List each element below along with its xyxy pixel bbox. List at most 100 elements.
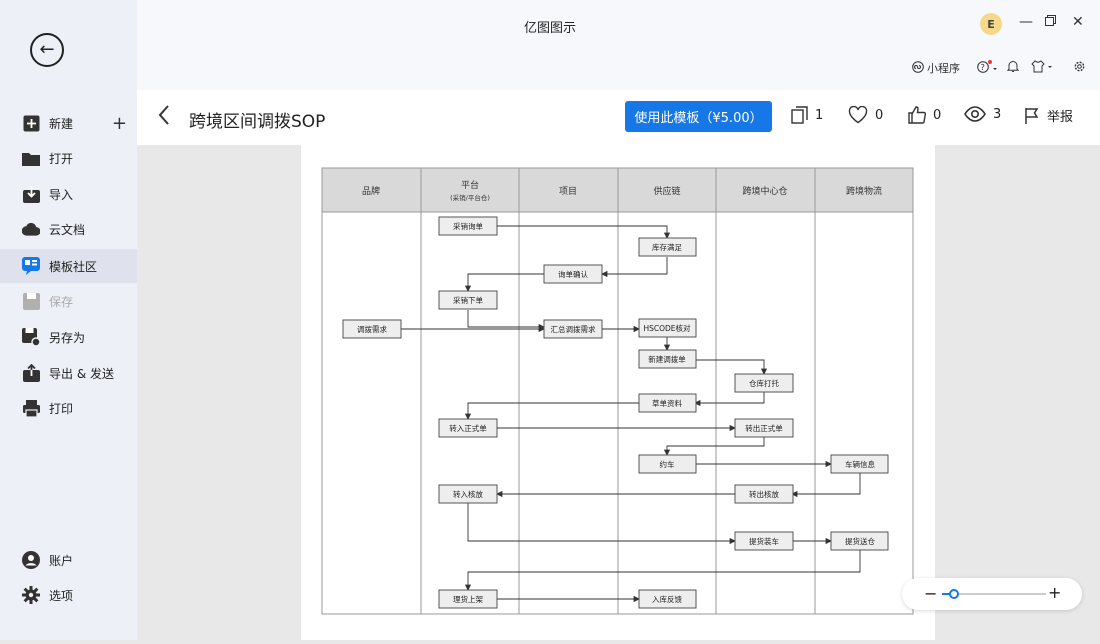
svg-text:入库反馈: 入库反馈	[652, 594, 682, 604]
lane-title: 供应链	[653, 185, 680, 197]
like-count[interactable]: 0	[908, 106, 941, 124]
export-icon	[22, 364, 40, 382]
zoom-slider-handle[interactable]	[949, 589, 959, 599]
svg-text:约车: 约车	[660, 459, 675, 469]
plus-square-icon	[22, 114, 40, 132]
svg-text:采销询单: 采销询单	[453, 221, 483, 231]
title-bar: 亿图图示 E — ✕ 小程序 ?	[137, 0, 1100, 90]
copy-count[interactable]: 1	[791, 106, 823, 124]
eye-icon	[964, 106, 986, 122]
svg-text:转出正式单: 转出正式单	[745, 423, 783, 433]
close-icon[interactable]: ✕	[1072, 14, 1084, 30]
folder-icon	[22, 149, 40, 167]
process-box: 提货装车	[734, 531, 794, 551]
process-box: 转入正式单	[438, 418, 498, 438]
sidebar-item-label: 打印	[49, 401, 74, 416]
app-title: 亿图图示	[523, 21, 576, 36]
mini-program-icon	[912, 60, 924, 76]
favorite-count[interactable]: 0	[848, 106, 883, 124]
add-icon[interactable]: +	[112, 113, 127, 134]
report-button[interactable]: 举报	[1024, 106, 1073, 125]
diagram-canvas: 品牌 平台 (采销/平台仓) 项目 供应链 跨境中心仓 跨境物流 采销询单 库存…	[301, 145, 935, 640]
sidebar-item-label: 账户	[49, 553, 74, 568]
help-icon[interactable]: ?	[977, 60, 999, 73]
use-template-button[interactable]: 使用此模板（¥5.00）	[625, 101, 772, 132]
save-as-icon	[22, 328, 40, 346]
svg-text:提货送仓: 提货送仓	[845, 536, 875, 546]
lane-title: 跨境物流	[846, 185, 882, 197]
process-box: 约车	[638, 454, 697, 474]
mini-program-link[interactable]: 小程序	[912, 60, 960, 76]
sidebar-item-save-as[interactable]: 另存为	[0, 320, 137, 354]
lane-title: 平台	[461, 179, 479, 191]
save-icon	[22, 292, 40, 310]
process-box: 理货上架	[438, 589, 498, 609]
sidebar-item-label: 模板社区	[49, 259, 98, 274]
flag-icon	[1025, 107, 1039, 124]
cloud-icon	[22, 220, 40, 238]
svg-text:采销下单: 采销下单	[453, 295, 483, 305]
process-box: 询单确认	[543, 264, 603, 284]
sidebar-item-template-community[interactable]: 模板社区	[0, 249, 137, 283]
sidebar-item-print[interactable]: 打印	[0, 391, 137, 425]
process-box: 草单资料	[638, 393, 697, 413]
print-icon	[22, 399, 40, 417]
account-icon	[22, 551, 40, 569]
svg-text:车辆信息: 车辆信息	[845, 459, 875, 469]
sidebar-item-open[interactable]: 打开	[0, 141, 137, 175]
sidebar-item-label: 保存	[49, 294, 74, 309]
process-box: 采销询单	[438, 216, 498, 236]
sidebar-item-save: 保存	[0, 284, 137, 318]
chevron-left-icon[interactable]	[157, 104, 171, 132]
svg-text:转入核放: 转入核放	[453, 489, 483, 499]
sidebar-item-label: 云文档	[49, 222, 86, 237]
svg-text:询单确认: 询单确认	[558, 269, 588, 279]
lane-title: 项目	[559, 186, 577, 197]
sidebar-item-label: 导入	[49, 187, 74, 202]
lane-title: 品牌	[362, 185, 380, 197]
sidebar-item-export[interactable]: 导出 & 发送	[0, 356, 137, 390]
sidebar-item-label: 选项	[49, 588, 74, 603]
avatar[interactable]: E	[980, 13, 1002, 35]
process-box: 调拨需求	[342, 319, 402, 339]
restore-icon[interactable]	[1045, 14, 1056, 30]
settings-icon[interactable]	[1073, 60, 1086, 73]
svg-text:转出核放: 转出核放	[749, 489, 779, 499]
zoom-out-button[interactable]: −	[924, 584, 937, 603]
copy-icon	[791, 106, 808, 124]
swimlane-diagram: 品牌 平台 (采销/平台仓) 项目 供应链 跨境中心仓 跨境物流 采销询单 库存…	[321, 167, 914, 615]
process-box: HSCODE核对	[638, 318, 697, 338]
heart-icon	[848, 106, 868, 124]
zoom-control: − +	[902, 578, 1082, 610]
lane-title: 跨境中心仓	[742, 185, 787, 197]
svg-text:转入正式单: 转入正式单	[449, 423, 487, 433]
lane-subtitle: (采销/平台仓)	[450, 193, 490, 202]
process-box: 新建调拨单	[638, 349, 697, 369]
sidebar-item-label: 另存为	[49, 330, 86, 345]
sidebar-item-label: 导出 & 发送	[49, 366, 114, 381]
skin-icon[interactable]	[1031, 60, 1055, 73]
sidebar-item-import[interactable]: 导入	[0, 177, 137, 211]
svg-text:新建调拨单: 新建调拨单	[648, 354, 686, 364]
sidebar-item-options[interactable]: 选项	[0, 578, 137, 612]
back-arrow-icon[interactable]: ←	[30, 33, 64, 67]
gear-icon	[22, 586, 40, 604]
zoom-in-button[interactable]: +	[1048, 583, 1061, 602]
svg-text:仓库打托: 仓库打托	[749, 378, 779, 388]
sidebar-item-new[interactable]: 新建 +	[0, 106, 137, 140]
minimize-icon[interactable]: —	[1019, 14, 1033, 30]
page-title: 跨境区间调拨SOP	[189, 112, 326, 132]
process-box: 转出正式单	[734, 418, 794, 438]
sidebar-item-cloud[interactable]: 云文档	[0, 212, 137, 246]
bell-icon[interactable]	[1007, 60, 1019, 73]
process-box: 入库反馈	[638, 589, 697, 609]
sidebar-item-label: 新建	[49, 116, 74, 131]
process-box: 库存满足	[638, 237, 697, 257]
sidebar-item-label: 打开	[49, 151, 74, 166]
sidebar-item-account[interactable]: 账户	[0, 543, 137, 577]
svg-text:草单资料: 草单资料	[652, 398, 682, 408]
template-community-icon	[22, 257, 40, 275]
svg-text:调拨需求: 调拨需求	[357, 324, 387, 334]
svg-text:提货装车: 提货装车	[749, 536, 779, 546]
mini-program-label: 小程序	[927, 62, 960, 75]
